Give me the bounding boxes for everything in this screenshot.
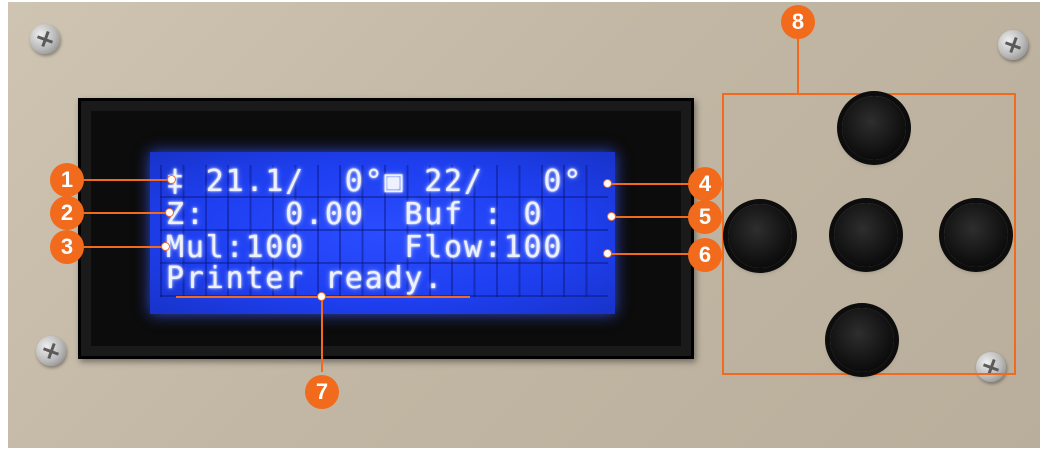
- callout-leader: [606, 253, 690, 255]
- callout-anchor-dot: [165, 208, 174, 217]
- callout-leader: [606, 183, 690, 185]
- callout-leader: [80, 212, 172, 214]
- left-button[interactable]: [728, 204, 792, 268]
- callout-6: 6: [688, 238, 722, 272]
- callout-leader: [610, 216, 690, 218]
- callout-anchor-dot: [603, 249, 612, 258]
- right-button[interactable]: [944, 203, 1008, 267]
- callout-1: 1: [50, 163, 84, 197]
- lcd-line-z-buffer: Z: 0.00 Buf : 0: [166, 197, 544, 232]
- callout-8: 8: [781, 5, 815, 39]
- callout-2: 2: [50, 196, 84, 230]
- callout-anchor-dot: [167, 175, 176, 184]
- screw-icon: [998, 30, 1028, 60]
- callout-5: 5: [688, 200, 722, 234]
- callout-7: 7: [305, 375, 339, 409]
- lcd-line-multiplier-flow: Mul:100 Flow:100: [166, 230, 564, 265]
- callout-3: 3: [50, 230, 84, 264]
- callout-4: 4: [688, 167, 722, 201]
- up-button[interactable]: [842, 96, 906, 160]
- center-button[interactable]: [834, 203, 898, 267]
- screw-icon: [36, 336, 66, 366]
- callout-anchor-dot: [317, 292, 326, 301]
- lcd-line-status: Printer ready.: [166, 261, 445, 296]
- callout-leader: [797, 36, 799, 94]
- callout-leader: [321, 296, 323, 372]
- screw-icon: [30, 24, 60, 54]
- callout-leader: [80, 179, 174, 181]
- callout-anchor-dot: [161, 242, 170, 251]
- callout-anchor-dot: [603, 179, 612, 188]
- callout-leader: [80, 246, 168, 248]
- callout-anchor-dot: [607, 212, 616, 221]
- lcd-line-temperatures: ‡ 21.1/ 0°▣ 22/ 0°: [166, 164, 584, 199]
- down-button[interactable]: [830, 308, 894, 372]
